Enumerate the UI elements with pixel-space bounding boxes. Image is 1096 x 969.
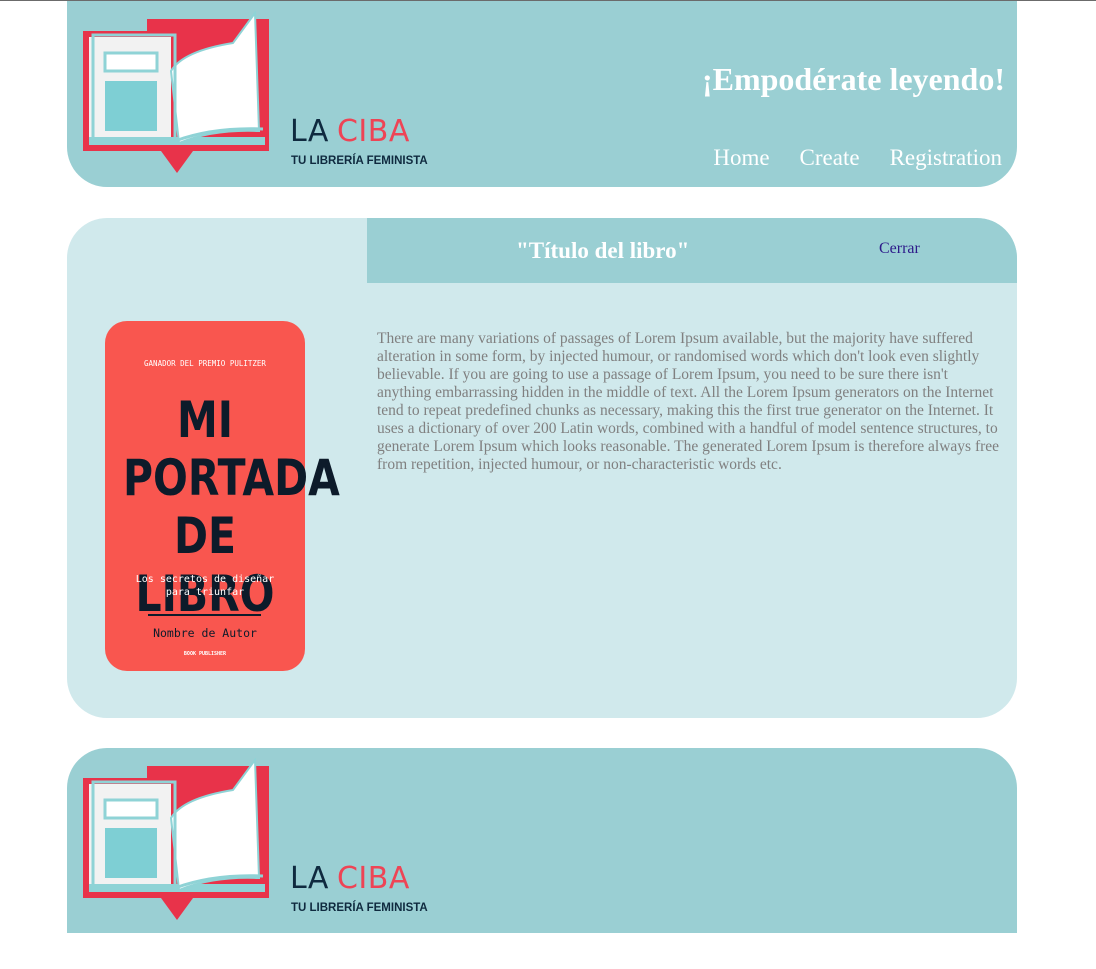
book-description: There are many variations of passages of…: [377, 329, 1000, 473]
brand-la: LA: [290, 114, 329, 149]
cover-award: GANADOR DEL PREMIO PULITZER: [144, 359, 266, 368]
footer-logo[interactable]: LA CIBA TU LIBRERÍA FEMINISTA: [83, 758, 463, 923]
book-cover-image: GANADOR DEL PREMIO PULITZER MI PORTADA D…: [105, 321, 340, 671]
cover-title-line2: PORTADA: [123, 449, 340, 507]
footer-brand-tagline: TU LIBRERÍA FEMINISTA: [291, 902, 428, 914]
footer-brand-la: LA: [290, 861, 329, 896]
brand-ciba: CIBA: [336, 114, 410, 149]
book-title: "Título del libro": [516, 238, 690, 263]
cover-publisher: BOOK PUBLISHER: [183, 651, 227, 657]
nav-create[interactable]: Create: [800, 145, 860, 171]
cover-author: Nombre de Autor: [153, 626, 257, 640]
footer-brand-name: LA CIBA: [290, 864, 410, 894]
cover-divider: [148, 614, 261, 616]
book-title-bar: "Título del libro" Cerrar: [367, 218, 1017, 283]
header-headline: ¡Empodérate leyendo!: [701, 61, 1005, 97]
site-logo[interactable]: LA CIBA TU LIBRERÍA FEMINISTA: [83, 11, 463, 176]
nav-registration[interactable]: Registration: [890, 145, 1002, 171]
book-logo-icon: [83, 11, 269, 173]
cover-title-line1: MI: [176, 391, 234, 449]
main-nav: Home Create Registration: [713, 145, 1002, 171]
cover-subtitle: Los secretos de diseñar para triunfar: [135, 574, 275, 598]
nav-home[interactable]: Home: [713, 145, 769, 171]
site-footer: LA CIBA TU LIBRERÍA FEMINISTA: [67, 748, 1017, 933]
footer-brand-ciba: CIBA: [336, 861, 410, 896]
close-link[interactable]: Cerrar: [879, 240, 920, 258]
cover-title-line3: DE LIBRO: [135, 507, 275, 623]
book-detail-panel: "Título del libro" Cerrar GANADOR DEL PR…: [67, 218, 1017, 718]
brand-name: LA CIBA: [290, 117, 410, 147]
site-header: LA CIBA TU LIBRERÍA FEMINISTA ¡Empodérate…: [67, 1, 1017, 187]
brand-tagline: TU LIBRERÍA FEMINISTA: [291, 155, 428, 167]
book-logo-icon: [83, 758, 269, 920]
